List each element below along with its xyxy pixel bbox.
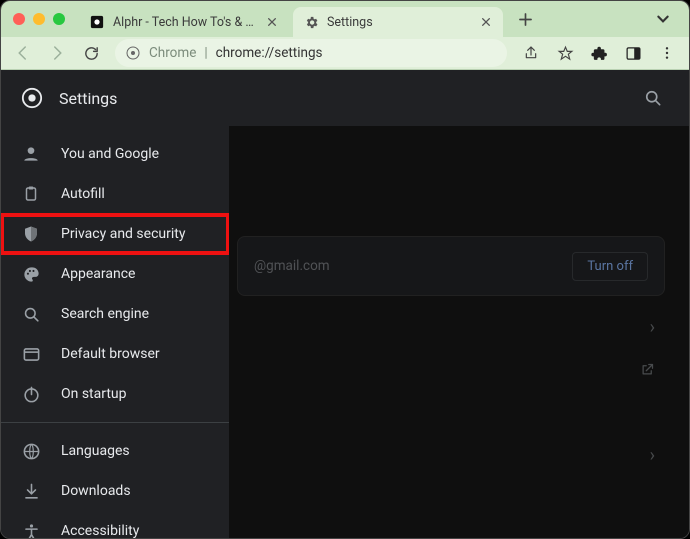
- forward-button[interactable]: [41, 37, 73, 69]
- nav-label: You and Google: [61, 146, 159, 162]
- extensions-button[interactable]: [583, 37, 615, 69]
- nav-appearance[interactable]: Appearance: [1, 254, 229, 294]
- tab-strip: Alphr - Tech How To's & Guides Settings: [1, 1, 689, 37]
- share-button[interactable]: [515, 37, 547, 69]
- traffic-lights: [13, 13, 65, 25]
- clipboard-icon: [21, 184, 41, 204]
- app-title: Settings: [59, 89, 117, 108]
- window-close-button[interactable]: [13, 13, 25, 25]
- favicon-alphr: [89, 14, 105, 30]
- nav-search-engine[interactable]: Search engine: [1, 294, 229, 334]
- tab-title: Settings: [327, 15, 471, 30]
- address-separator: |: [204, 45, 207, 61]
- address-bar[interactable]: Chrome | chrome://settings: [115, 39, 507, 67]
- nav-label: On startup: [61, 386, 127, 402]
- nav-default-browser[interactable]: Default browser: [1, 334, 229, 374]
- app-body: You and Google Autofill Privacy and secu…: [1, 126, 689, 539]
- side-panel-button[interactable]: [617, 37, 649, 69]
- tab-settings[interactable]: Settings: [293, 7, 503, 37]
- nav-accessibility[interactable]: Accessibility: [1, 511, 229, 539]
- bookmark-button[interactable]: [549, 37, 581, 69]
- browser-icon: [21, 344, 41, 364]
- sidebar: You and Google Autofill Privacy and secu…: [1, 126, 229, 539]
- window-maximize-button[interactable]: [53, 13, 65, 25]
- back-button[interactable]: [7, 37, 39, 69]
- nav-label: Privacy and security: [61, 226, 185, 242]
- shield-icon: [21, 224, 41, 244]
- tab-title: Alphr - Tech How To's & Guides: [113, 15, 257, 30]
- nav-label: Downloads: [61, 483, 131, 499]
- nav-downloads[interactable]: Downloads: [1, 471, 229, 511]
- settings-content: @gmail.com Turn off › ›: [229, 126, 689, 539]
- nav-divider: [1, 422, 229, 423]
- chrome-logo-icon: [21, 87, 43, 109]
- power-icon: [21, 384, 41, 404]
- tab-alphr[interactable]: Alphr - Tech How To's & Guides: [79, 7, 289, 37]
- address-url: chrome://settings: [216, 45, 323, 61]
- nav-label: Accessibility: [61, 523, 139, 539]
- browser-menu-button[interactable]: [651, 37, 683, 69]
- tab-list-dropdown[interactable]: [651, 7, 675, 31]
- person-icon: [21, 144, 41, 164]
- nav-label: Languages: [61, 443, 130, 459]
- download-icon: [21, 481, 41, 501]
- accessibility-icon: [21, 521, 41, 539]
- nav-you-and-google[interactable]: You and Google: [1, 134, 229, 174]
- app-header: Settings: [1, 70, 689, 126]
- nav-label: Autofill: [61, 186, 105, 202]
- address-scheme: Chrome: [149, 45, 196, 61]
- window-minimize-button[interactable]: [33, 13, 45, 25]
- search-icon: [21, 304, 41, 324]
- settings-search-button[interactable]: [637, 82, 669, 114]
- new-tab-button[interactable]: [511, 5, 539, 33]
- reload-button[interactable]: [75, 37, 107, 69]
- globe-icon: [21, 441, 41, 461]
- nav-label: Default browser: [61, 346, 160, 362]
- nav-label: Appearance: [61, 266, 135, 282]
- palette-icon: [21, 264, 41, 284]
- site-info-icon[interactable]: [125, 45, 141, 61]
- gear-icon: [303, 14, 319, 30]
- nav-autofill[interactable]: Autofill: [1, 174, 229, 214]
- tab-close-button[interactable]: [265, 15, 279, 29]
- settings-app: Settings You and Google Autofill: [1, 70, 689, 539]
- tab-close-button[interactable]: [479, 15, 493, 29]
- nav-label: Search engine: [61, 306, 149, 322]
- browser-window: Alphr - Tech How To's & Guides Settings: [0, 0, 690, 539]
- nav-on-startup[interactable]: On startup: [1, 374, 229, 414]
- toolbar: Chrome | chrome://settings: [1, 37, 689, 70]
- nav-privacy-and-security[interactable]: Privacy and security: [1, 214, 229, 254]
- content-dimmer: [229, 126, 689, 539]
- nav-languages[interactable]: Languages: [1, 431, 229, 471]
